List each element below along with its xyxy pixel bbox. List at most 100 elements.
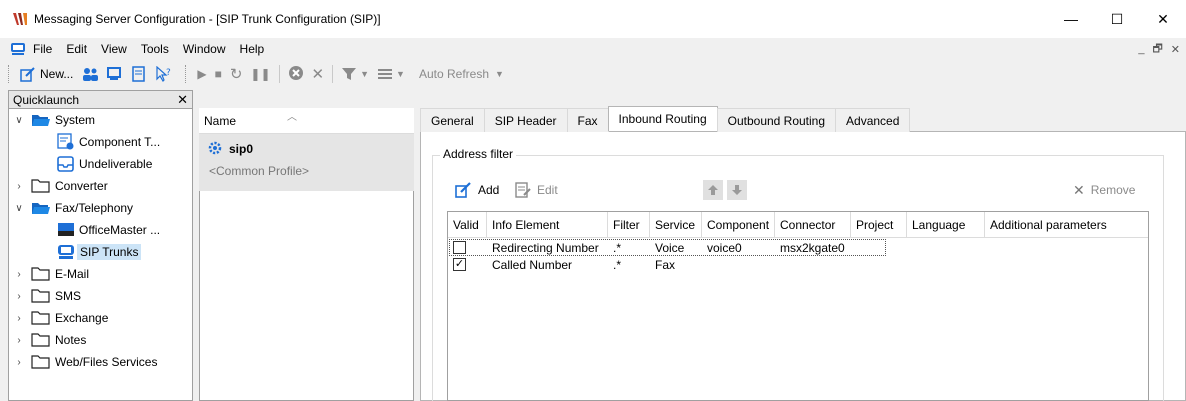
chevron-down-icon[interactable]: ∨ <box>11 203 27 214</box>
columns-button[interactable]: ▼ <box>373 62 409 86</box>
tree-item-exchange[interactable]: › Exchange <box>11 307 108 329</box>
tree-item-converter[interactable]: › Converter <box>11 175 108 197</box>
mdi-restore-button[interactable]: 🗗 <box>1152 40 1162 59</box>
mdi-close-button[interactable]: ✕ <box>1171 43 1180 56</box>
toolbar-separator-2 <box>332 65 334 83</box>
column-header-service[interactable]: Service <box>650 212 702 238</box>
close-button[interactable]: ✕ <box>1140 0 1186 38</box>
menu-view[interactable]: View <box>94 42 134 56</box>
tree-item-sip-trunks[interactable]: SIP Trunks <box>57 241 142 263</box>
column-header-project[interactable]: Project <box>851 212 907 238</box>
tree-item-email[interactable]: › E-Mail <box>11 263 89 285</box>
menu-tools[interactable]: Tools <box>134 42 176 56</box>
chevron-right-icon[interactable]: › <box>11 269 27 280</box>
tab-sip-header[interactable]: SIP Header <box>483 108 568 132</box>
column-header-connector[interactable]: Connector <box>775 212 851 238</box>
folder-open-icon <box>31 200 51 216</box>
tab-fax[interactable]: Fax <box>566 108 609 132</box>
chevron-right-icon[interactable]: › <box>11 291 27 302</box>
tree-item-undeliverable[interactable]: Undeliverable <box>57 153 152 175</box>
edit-icon <box>515 182 531 198</box>
menu-help[interactable]: Help <box>233 42 272 56</box>
restart-button[interactable]: ↻ <box>226 62 247 86</box>
column-header-filter[interactable]: Filter <box>608 212 650 238</box>
tree-item-notes[interactable]: › Notes <box>11 329 86 351</box>
chevron-right-icon[interactable]: › <box>11 313 27 324</box>
stop-icon: ■ <box>214 67 222 81</box>
tab-outbound-routing[interactable]: Outbound Routing <box>716 108 837 132</box>
filter-dropdown-icon: ▼ <box>360 69 370 79</box>
title-bar: Messaging Server Configuration - [SIP Tr… <box>0 0 1186 38</box>
new-icon <box>20 66 36 82</box>
column-header-valid[interactable]: Valid <box>448 212 487 238</box>
column-header-language[interactable]: Language <box>907 212 985 238</box>
tree-label-component-types: Component T... <box>79 135 161 149</box>
table-row[interactable]: Redirecting Number .* Voice voice0 msx2k… <box>448 239 1148 256</box>
name-header-label: Name <box>204 113 237 128</box>
address-filter-table: Valid Info Element Filter Service Compon… <box>447 211 1149 401</box>
folder-icon <box>31 310 51 326</box>
edit-button[interactable]: Edit <box>515 180 558 200</box>
monitor-button[interactable] <box>103 62 127 86</box>
column-header-additional-parameters[interactable]: Additional parameters <box>985 212 1148 238</box>
menu-window[interactable]: Window <box>176 42 233 56</box>
help-pointer-button[interactable]: ? <box>151 62 177 86</box>
add-button[interactable]: Add <box>455 180 499 200</box>
toolbar-grip-2[interactable] <box>185 65 188 83</box>
valid-checkbox[interactable] <box>453 241 466 254</box>
valid-checkbox-checked[interactable]: ✓ <box>453 258 466 271</box>
users-icon <box>81 66 99 82</box>
menu-edit[interactable]: Edit <box>59 42 94 56</box>
tree-item-component-types[interactable]: Component T... <box>57 131 160 153</box>
delete-button[interactable]: ✕ <box>308 62 329 86</box>
stop-button[interactable]: ■ <box>211 62 226 86</box>
move-up-button[interactable] <box>703 180 723 200</box>
tree-label-fax-telephony: Fax/Telephony <box>55 201 134 215</box>
filter-cell: .* <box>613 240 622 255</box>
tree-item-officemaster[interactable]: OfficeMaster ... <box>57 219 160 241</box>
cancel-button[interactable] <box>284 62 308 86</box>
filter-button[interactable]: ▼ <box>337 62 373 86</box>
remove-button[interactable]: ✕ Remove <box>1073 180 1135 200</box>
tree-item-fax-telephony[interactable]: ∨ Fax/Telephony <box>11 197 133 219</box>
tab-general[interactable]: General <box>420 108 485 132</box>
chevron-right-icon[interactable]: › <box>11 335 27 346</box>
maximize-button[interactable]: ☐ <box>1094 0 1140 38</box>
toolbar: New... ? ▶ ■ ↻ ❚❚ ✕ ▼ ▼ Auto Refresh ▼ <box>0 60 1186 88</box>
minimize-button[interactable]: — <box>1048 0 1094 38</box>
quicklaunch-close-button[interactable]: ✕ <box>177 92 188 108</box>
table-header: Valid Info Element Filter Service Compon… <box>448 212 1148 238</box>
tree-item-system[interactable]: ∨ System <box>11 109 95 131</box>
pause-button[interactable]: ❚❚ <box>246 62 274 86</box>
component-cell: voice0 <box>707 240 742 255</box>
start-button[interactable]: ▶ <box>193 62 210 86</box>
service-cell: Fax <box>655 257 676 272</box>
toolbar-grip[interactable] <box>8 65 11 83</box>
tab-inbound-routing[interactable]: Inbound Routing <box>607 106 718 131</box>
column-header-component[interactable]: Component <box>702 212 775 238</box>
new-button[interactable]: New... <box>16 62 77 86</box>
trunk-list-item-sip0[interactable]: sip0 <Common Profile> <box>199 134 414 191</box>
auto-refresh-button[interactable]: Auto Refresh ▼ <box>415 62 508 86</box>
tree-item-web-files[interactable]: › Web/Files Services <box>11 351 157 373</box>
mdi-minimize-button[interactable]: _ <box>1138 43 1144 55</box>
folder-icon <box>31 266 51 282</box>
table-row[interactable]: ✓ Called Number .* Fax <box>448 256 1148 273</box>
tree-label-undeliverable: Undeliverable <box>79 157 153 171</box>
column-header-info-element[interactable]: Info Element <box>487 212 608 238</box>
chevron-down-icon[interactable]: ∨ <box>11 115 27 126</box>
properties-button[interactable] <box>127 62 151 86</box>
tree-label-converter: Converter <box>55 179 108 193</box>
name-column-header[interactable]: Name ︿ <box>199 108 414 134</box>
menu-file[interactable]: File <box>26 42 59 56</box>
chevron-right-icon[interactable]: › <box>11 181 27 192</box>
gateway-icon <box>57 221 75 239</box>
chevron-right-icon[interactable]: › <box>11 357 27 368</box>
remove-x-icon: ✕ <box>1073 181 1085 198</box>
move-down-button[interactable] <box>727 180 747 200</box>
tree-item-sms[interactable]: › SMS <box>11 285 81 307</box>
users-button[interactable] <box>77 62 103 86</box>
tab-advanced[interactable]: Advanced <box>835 108 911 132</box>
columns-dropdown-icon: ▼ <box>396 69 405 79</box>
svg-text:?: ? <box>166 68 171 78</box>
